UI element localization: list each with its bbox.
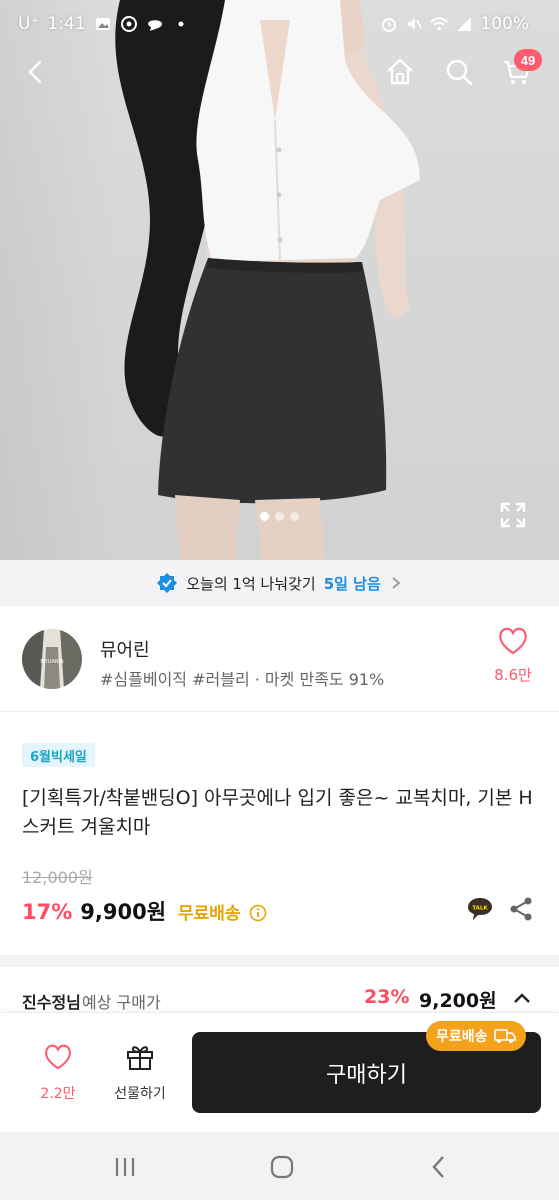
shop-info[interactable]: MYUARIN 뮤어린 #심플베이직 #러블리 · 마켓 만족도 91% 8.6… (0, 606, 559, 712)
home-icon (387, 58, 413, 85)
carrier-label: U⁺ (18, 14, 40, 34)
sale-badge: 6월빅세일 (22, 743, 95, 767)
alarm-icon (382, 18, 397, 32)
shop-like-button[interactable]: 8.6만 (490, 626, 536, 685)
chevron-right-icon (392, 577, 401, 589)
chevron-up-icon[interactable] (510, 987, 534, 1011)
price-row: 17% 9,900원 무료배송 (22, 896, 267, 926)
cart-count-badge: 49 (514, 49, 542, 71)
battery-level: 100% (480, 14, 529, 34)
expected-discount: 23% (364, 986, 410, 1008)
pagination-dot[interactable] (275, 512, 284, 521)
expected-price-label: 예상 구매가 (82, 993, 161, 1012)
talk-label: TALK (472, 906, 488, 912)
promo-banner[interactable]: 오늘의 1억 나눠갖기 5일 남음 (0, 560, 559, 606)
talk-bubble-icon (147, 20, 162, 31)
wifi-icon (430, 17, 449, 31)
product-title: [기획특가/착붙밴딩O] 아무곳에나 입기 좋은~ 교복치마, 기본 H 스커트… (22, 787, 533, 838)
shop-name[interactable]: 뮤어린 (100, 636, 150, 662)
clock: 1:41 (47, 14, 86, 34)
avatar-logo-text: MYUARIN (40, 659, 63, 665)
gift-icon (127, 1046, 153, 1070)
promo-text: 오늘의 1억 나눠갖기 (186, 574, 316, 593)
back-nav-icon[interactable] (423, 1150, 457, 1184)
share-icon[interactable] (508, 896, 534, 922)
expand-icon[interactable] (496, 498, 530, 532)
section-divider (0, 955, 559, 967)
kakao-talk-share-icon[interactable]: TALK (466, 896, 494, 922)
discount-rate: 17% (22, 900, 73, 924)
dot-icon (178, 21, 184, 27)
system-navigation-bar (0, 1132, 559, 1200)
user-name: 진수정님 (22, 993, 81, 1012)
gallery-icon (95, 18, 110, 30)
product-image[interactable]: U⁺ 1:41 100% 49 (0, 0, 559, 560)
expected-price: 9,200원 (419, 990, 497, 1012)
like-count: 2.2만 (40, 1086, 76, 1102)
sync-icon (120, 16, 137, 32)
back-arrow-icon (28, 60, 42, 84)
recent-apps-icon[interactable] (108, 1150, 142, 1184)
image-pagination (0, 512, 559, 521)
status-bar: U⁺ 1:41 100% (0, 0, 559, 50)
signal-icon (457, 17, 472, 31)
truck-icon (493, 1029, 516, 1043)
gift-button[interactable]: 선물하기 (104, 1043, 176, 1103)
home-button[interactable] (378, 50, 422, 94)
home-nav-icon[interactable] (265, 1150, 299, 1184)
original-price: 12,000원 (22, 868, 93, 887)
free-shipping-label: 무료배송 (178, 904, 241, 924)
shop-avatar[interactable]: MYUARIN (22, 629, 82, 689)
sale-price: 9,900원 (80, 900, 167, 924)
heart-icon (45, 1044, 71, 1070)
back-button[interactable] (14, 50, 58, 94)
pagination-dot[interactable] (290, 512, 299, 521)
verified-badge-icon (157, 573, 178, 593)
like-button[interactable]: 2.2만 (22, 1043, 94, 1103)
free-shipping-tag: 무료배송 (426, 1021, 526, 1051)
shop-like-count: 8.6만 (494, 666, 532, 684)
pagination-dot[interactable] (260, 512, 269, 521)
heart-icon (499, 627, 527, 655)
search-icon (446, 59, 473, 86)
info-icon[interactable] (249, 904, 267, 922)
free-shipping-tag-label: 무료배송 (436, 1029, 488, 1045)
shop-tags: #심플베이직 #러블리 · 마켓 만족도 91% (100, 670, 385, 689)
gift-label: 선물하기 (114, 1086, 166, 1102)
promo-days-left: 5일 남음 (323, 574, 381, 593)
mute-icon (408, 18, 423, 30)
shop-avatar-image: MYUARIN (22, 629, 82, 689)
search-button[interactable] (437, 50, 481, 94)
